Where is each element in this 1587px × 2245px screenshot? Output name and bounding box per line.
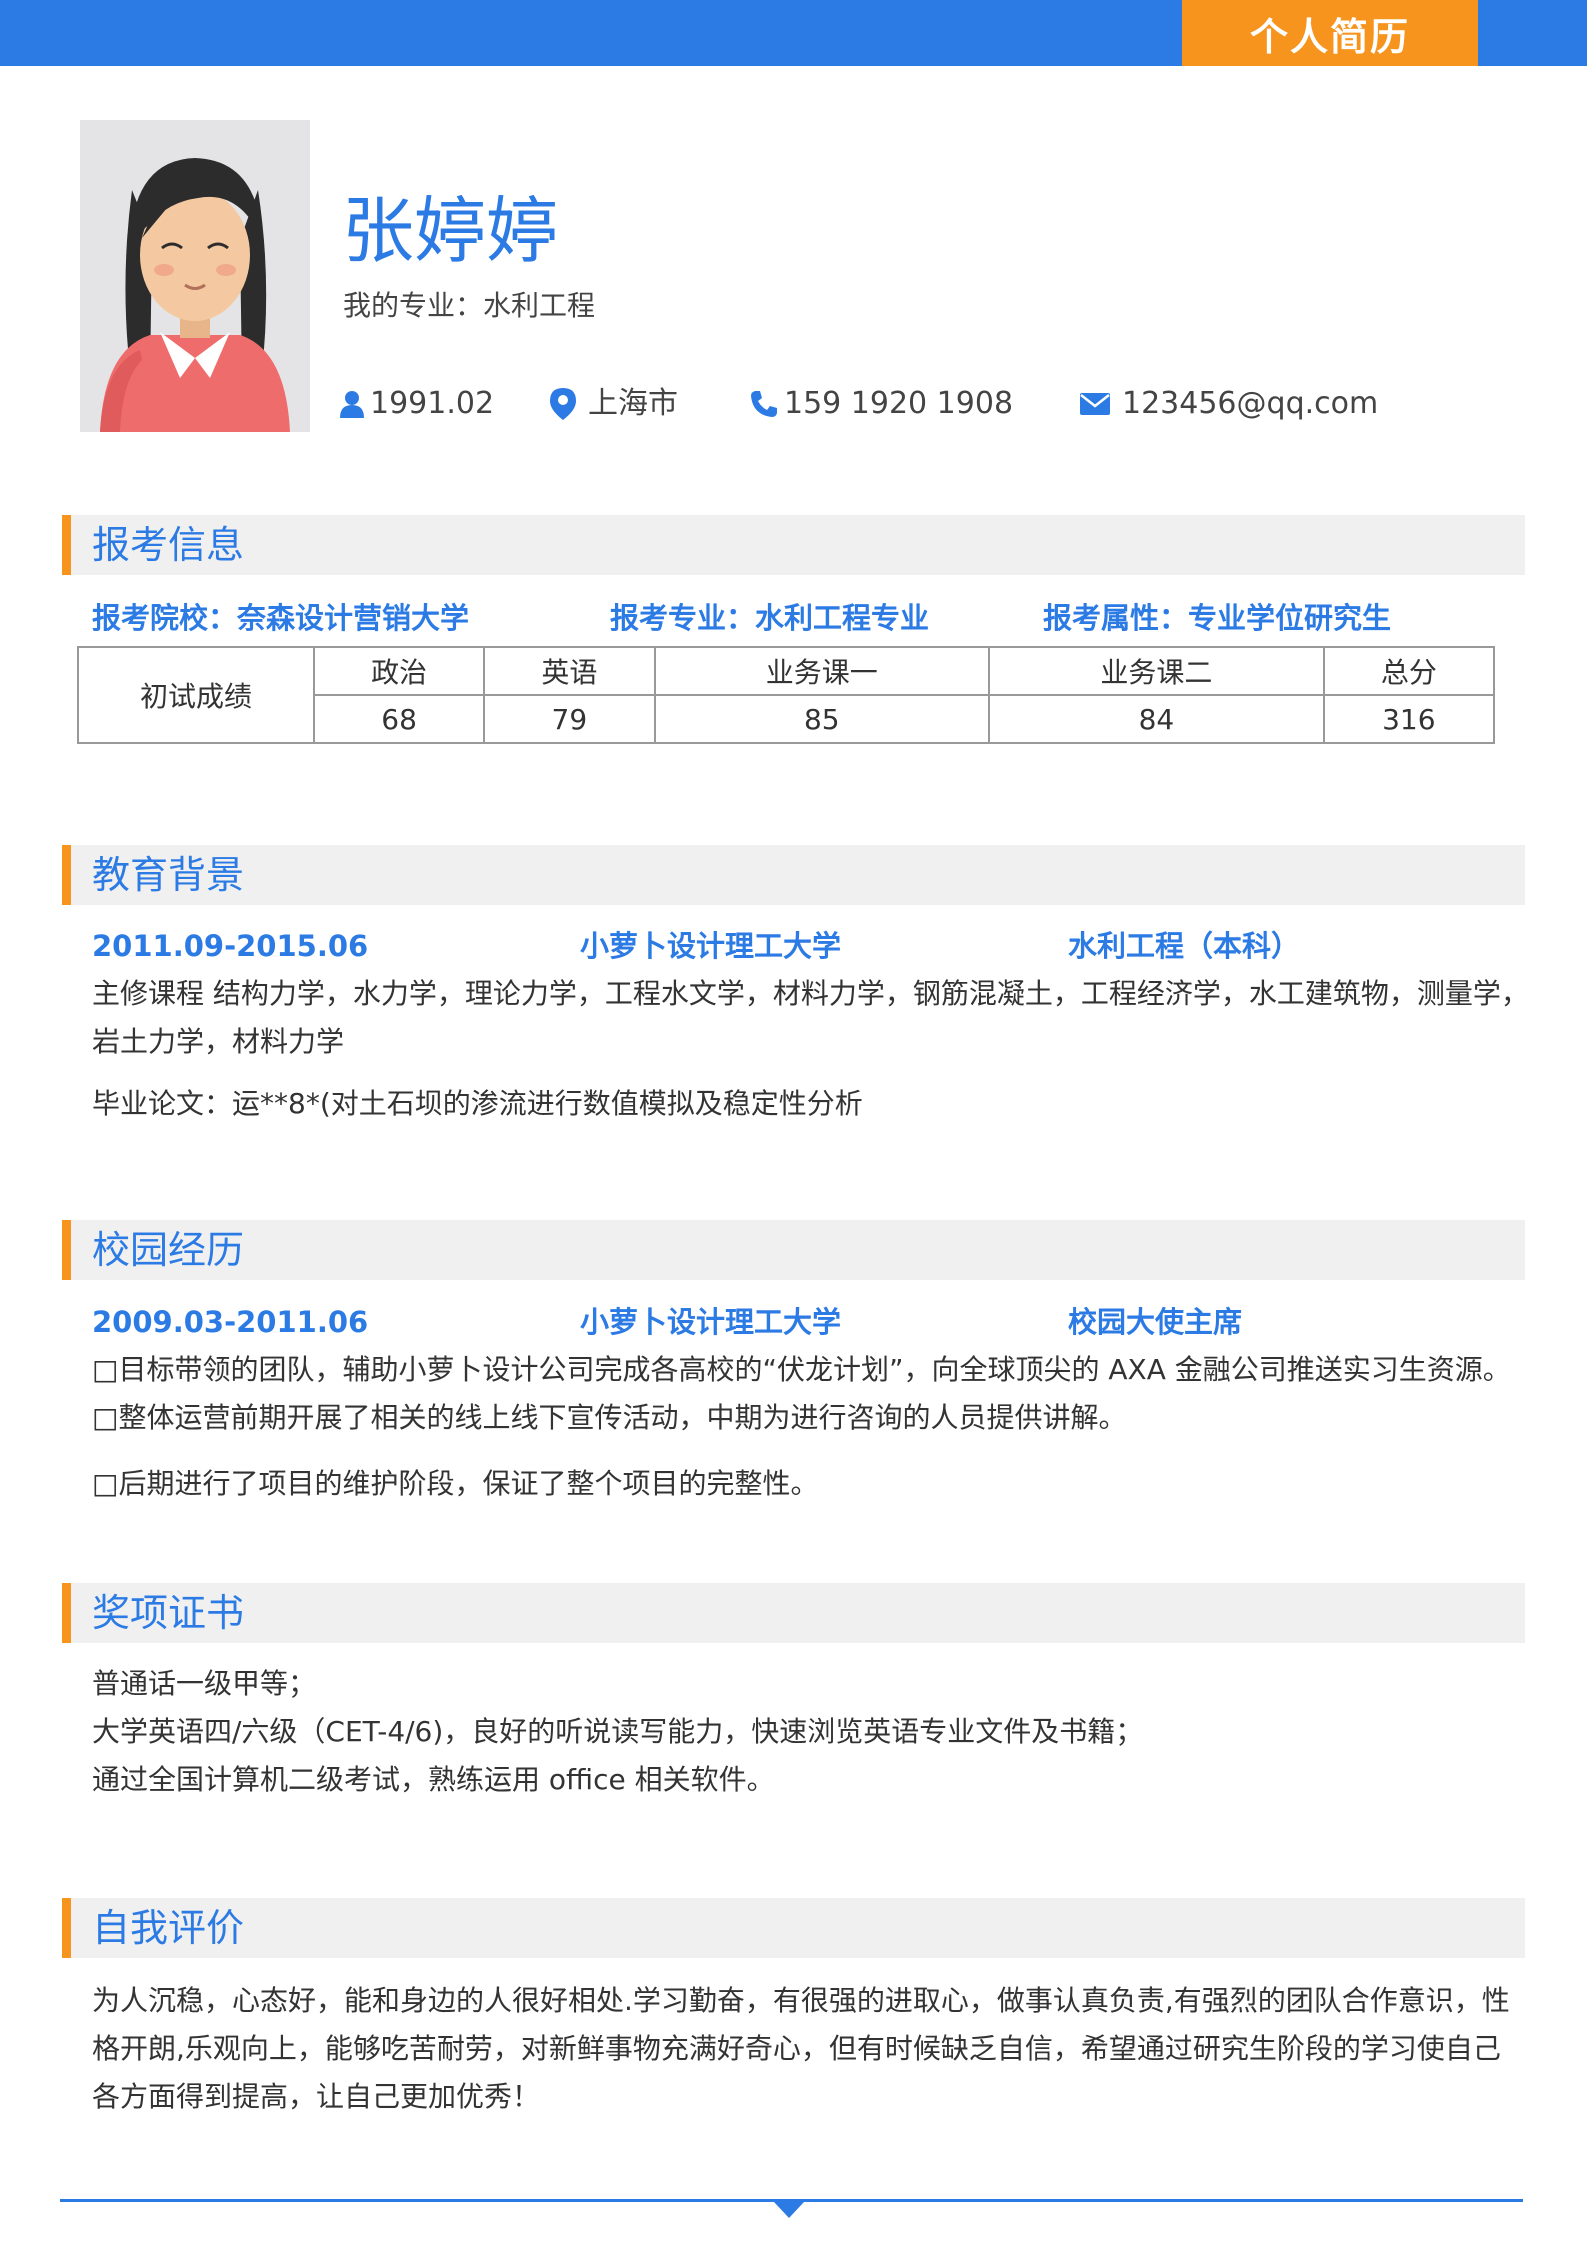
- campus-item-text: 整体运营前期开展了相关的线上线下宣传活动，中期为进行咨询的人员提供讲解。: [118, 1401, 1127, 1434]
- campus-school: 小萝卜设计理工大学: [580, 1305, 842, 1339]
- triangle-down-icon: [774, 2202, 804, 2218]
- campus-item-text: 目标带领的团队，辅助小萝卜设计公司完成各高校的“伏龙计划”，向全球顶尖的 AXA…: [118, 1353, 1511, 1386]
- phone-icon: [751, 391, 777, 417]
- score-header-cell: 总分: [1322, 646, 1496, 696]
- section-header-awards: 奖项证书: [62, 1583, 1525, 1643]
- education-thesis: 毕业论文：运**8*(对土石坝的渗流进行数值模拟及稳定性分析: [92, 1087, 863, 1120]
- education-school: 小萝卜设计理工大学: [580, 929, 842, 963]
- phone: 159 1920 1908: [784, 386, 1014, 421]
- section-title: 奖项证书: [92, 1591, 245, 1635]
- mail-icon: [1080, 393, 1110, 415]
- score-header-cell: 英语: [483, 646, 656, 696]
- email-info: 123456@qq.com: [1080, 382, 1378, 426]
- resume-tag: 个人简历: [1182, 0, 1478, 66]
- score-value-cell: 68: [312, 694, 486, 744]
- section-accent: [62, 845, 71, 905]
- score-header-cell: 政治: [312, 646, 486, 696]
- score-value-cell: 316: [1322, 694, 1496, 744]
- person-name: 张婷婷: [342, 189, 559, 273]
- section-title: 报考信息: [92, 523, 245, 567]
- city-info: 上海市: [550, 382, 678, 426]
- education-courses-line1: 主修课程 结构力学，水力学，理论力学，工程水文学，材料力学，钢筋混凝土，工程经济…: [92, 977, 1529, 1010]
- exam-school: 报考院校：奈森设计营销大学: [92, 601, 470, 635]
- section-title: 校园经历: [92, 1228, 245, 1272]
- user-icon: [340, 391, 364, 418]
- score-header-row: 初试成绩 政治 英语 业务课一 业务课二 总分: [77, 646, 1496, 744]
- score-table: 初试成绩 政治 英语 业务课一 业务课二 总分 68 79 85 84 316: [77, 646, 1496, 744]
- bullet-box-icon: □: [92, 1401, 119, 1434]
- self-evaluation: 为人沉稳，心态好，能和身边的人很好相处.学习勤奋，有很强的进取心，做事认真负责,…: [92, 1984, 1510, 2113]
- email: 123456@qq.com: [1122, 386, 1379, 421]
- score-row-label: 初试成绩: [77, 646, 315, 744]
- education-degree: 水利工程（本科）: [1068, 929, 1301, 963]
- phone-info: 159 1920 1908: [750, 382, 1013, 426]
- avatar: [80, 120, 310, 432]
- section-accent: [62, 1583, 71, 1643]
- profile-major: 我的专业：水利工程: [343, 289, 596, 322]
- section-header-exam: 报考信息: [62, 515, 1525, 575]
- section-title: 自我评价: [92, 1906, 245, 1950]
- exam-type: 报考属性：专业学位研究生: [1043, 601, 1392, 635]
- campus-period: 2009.03-2011.06: [92, 1305, 369, 1339]
- section-accent: [62, 515, 71, 575]
- campus-item: □后期进行了项目的维护阶段，保证了整个项目的完整性。: [92, 1460, 818, 1508]
- score-header-cell: 业务课二: [988, 646, 1325, 696]
- section-accent: [62, 1220, 71, 1280]
- section-accent: [62, 1898, 71, 1958]
- bullet-box-icon: □: [92, 1353, 119, 1386]
- score-value-cell: 85: [653, 694, 991, 744]
- campus-role: 校园大使主席: [1068, 1305, 1243, 1339]
- exam-major: 报考专业：水利工程专业: [610, 601, 930, 635]
- campus-item-text: 后期进行了项目的维护阶段，保证了整个项目的完整性。: [118, 1467, 819, 1500]
- birth-date: 1991.02: [370, 386, 495, 421]
- education-period: 2011.09-2015.06: [92, 929, 369, 963]
- education-courses-line2: 岩土力学，材料力学: [92, 1025, 345, 1058]
- award-item: 大学英语四/六级（CET-4/6)，良好的听说读写能力，快速浏览英语专业文件及书…: [92, 1715, 1144, 1748]
- section-header-education: 教育背景: [62, 845, 1525, 905]
- score-header-cell: 业务课一: [653, 646, 991, 696]
- city: 上海市: [588, 386, 678, 421]
- location-pin-icon: [550, 388, 576, 420]
- section-title: 教育背景: [92, 853, 245, 897]
- award-item: 通过全国计算机二级考试，熟练运用 office 相关软件。: [92, 1763, 775, 1796]
- award-item: 普通话一级甲等；: [92, 1667, 317, 1700]
- birth-info: 1991.02: [340, 382, 494, 426]
- score-value-cell: 84: [988, 694, 1325, 744]
- bullet-box-icon: □: [92, 1467, 119, 1500]
- section-header-campus: 校园经历: [62, 1220, 1525, 1280]
- campus-item: □目标带领的团队，辅助小萝卜设计公司完成各高校的“伏龙计划”，向全球顶尖的 AX…: [92, 1346, 1511, 1394]
- score-value-cell: 79: [483, 694, 656, 744]
- section-header-self: 自我评价: [62, 1898, 1525, 1958]
- campus-item: □整体运营前期开展了相关的线上线下宣传活动，中期为进行咨询的人员提供讲解。: [92, 1394, 1126, 1442]
